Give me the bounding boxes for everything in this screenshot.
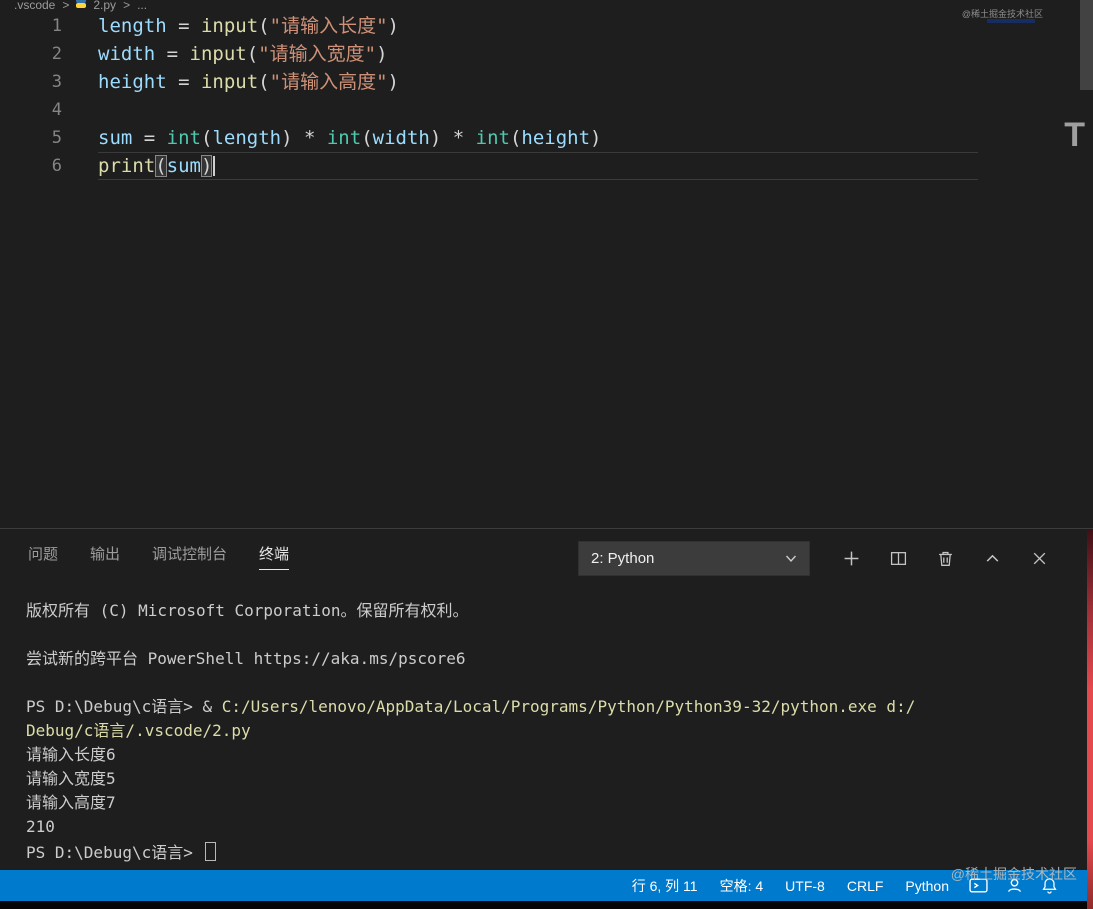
code-line[interactable]: 2 width = input("请输入宽度")	[0, 40, 1093, 68]
code-editor[interactable]: 1 length = input("请输入长度") 2 width = input("…	[0, 12, 1093, 528]
code-line[interactable]: 4	[0, 96, 1093, 124]
indentation-indicator[interactable]: 空格: 4	[709, 870, 775, 901]
new-terminal-icon[interactable]	[842, 550, 860, 568]
status-bar: 行 6, 列 11 空格: 4 UTF-8 CRLF Python	[0, 870, 1093, 901]
eol-indicator[interactable]: CRLF	[836, 870, 895, 901]
breadcrumb-file[interactable]: 2.py	[93, 0, 116, 12]
terminal-select-value: 2: Python	[591, 550, 655, 567]
terminal-select[interactable]: 2: Python	[578, 541, 810, 576]
terminal-line: Debug/c语言/.vscode/2.py	[26, 721, 251, 740]
editor-cursor	[213, 156, 216, 176]
tab-output[interactable]: 输出	[90, 537, 120, 569]
tab-debug-console[interactable]: 调试控制台	[152, 537, 227, 569]
maximize-panel-chevron-icon[interactable]	[983, 550, 1001, 568]
tab-problems[interactable]: 问题	[28, 537, 58, 569]
watermark-top-bar	[987, 19, 1035, 23]
bottom-panel: 问题 输出 调试控制台 终端 2: Python 版权所有 (C) Micros…	[0, 528, 1093, 871]
line-number: 1	[51, 16, 62, 36]
python-file-icon	[76, 0, 87, 11]
terminal-cursor	[204, 842, 216, 861]
cursor-position-indicator[interactable]: 行 6, 列 11	[621, 870, 709, 901]
terminal-line: PS D:\Debug\c语言>	[26, 839, 1073, 863]
line-number: 2	[51, 44, 62, 64]
line-number: 4	[51, 100, 62, 120]
editor-scrollbar[interactable]	[1080, 0, 1093, 90]
breadcrumb-separator: >	[62, 0, 70, 12]
close-panel-icon[interactable]	[1030, 550, 1048, 568]
right-edge-strip	[1087, 530, 1093, 909]
code-line[interactable]: 5 sum = int(length) * int(width) * int(he…	[0, 124, 1093, 152]
terminal-line: PS D:\Debug\c语言> & C:/Users/lenovo/AppDa…	[26, 697, 916, 716]
breadcrumb-more[interactable]: ...	[137, 0, 147, 12]
code-text[interactable]: sum = int(length) * int(width) * int(hei…	[98, 124, 602, 152]
line-number: 5	[51, 128, 62, 148]
breadcrumb[interactable]: .vscode > 2.py > ...	[0, 0, 1093, 12]
terminal-line: 请输入高度7	[26, 793, 116, 812]
terminal-output[interactable]: 版权所有 (C) Microsoft Corporation。保留所有权利。 尝试…	[26, 599, 1073, 871]
breadcrumb-separator-2: >	[123, 0, 131, 12]
code-line[interactable]: 3 height = input("请输入高度")	[0, 68, 1093, 96]
code-lines[interactable]: 1 length = input("请输入长度") 2 width = input("…	[0, 12, 1093, 180]
kill-terminal-trash-icon[interactable]	[936, 550, 954, 568]
tab-terminal[interactable]: 终端	[259, 537, 290, 570]
code-line[interactable]: 6 print(sum)	[0, 152, 1093, 180]
terminal-line: 210	[26, 817, 55, 836]
code-text[interactable]: length = input("请输入长度")	[98, 12, 399, 40]
panel-actions	[842, 541, 1048, 576]
code-text[interactable]: print(sum)	[98, 152, 216, 180]
terminal-line: 尝试新的跨平台 PowerShell https://aka.ms/pscore…	[26, 649, 466, 668]
watermark-letter: T	[1064, 116, 1085, 154]
terminal-line: 版权所有 (C) Microsoft Corporation。保留所有权利。	[26, 601, 469, 620]
terminal-line: 请输入宽度5	[26, 769, 116, 788]
code-text[interactable]: width = input("请输入宽度")	[98, 40, 388, 68]
line-number: 6	[51, 156, 62, 176]
line-number: 3	[51, 72, 62, 92]
terminal-line: 请输入长度6	[26, 745, 116, 764]
panel-header: 问题 输出 调试控制台 终端 2: Python	[0, 529, 1093, 577]
code-text[interactable]: height = input("请输入高度")	[98, 68, 399, 96]
split-terminal-icon[interactable]	[889, 550, 907, 568]
encoding-indicator[interactable]: UTF-8	[774, 870, 836, 901]
breadcrumb-folder[interactable]: .vscode	[14, 0, 55, 12]
code-line[interactable]: 1 length = input("请输入长度")	[0, 12, 1093, 40]
chevron-down-icon	[785, 550, 797, 567]
window-bottom-edge	[0, 901, 1093, 909]
watermark-bottom: @稀土掘金技术社区	[950, 866, 1077, 882]
